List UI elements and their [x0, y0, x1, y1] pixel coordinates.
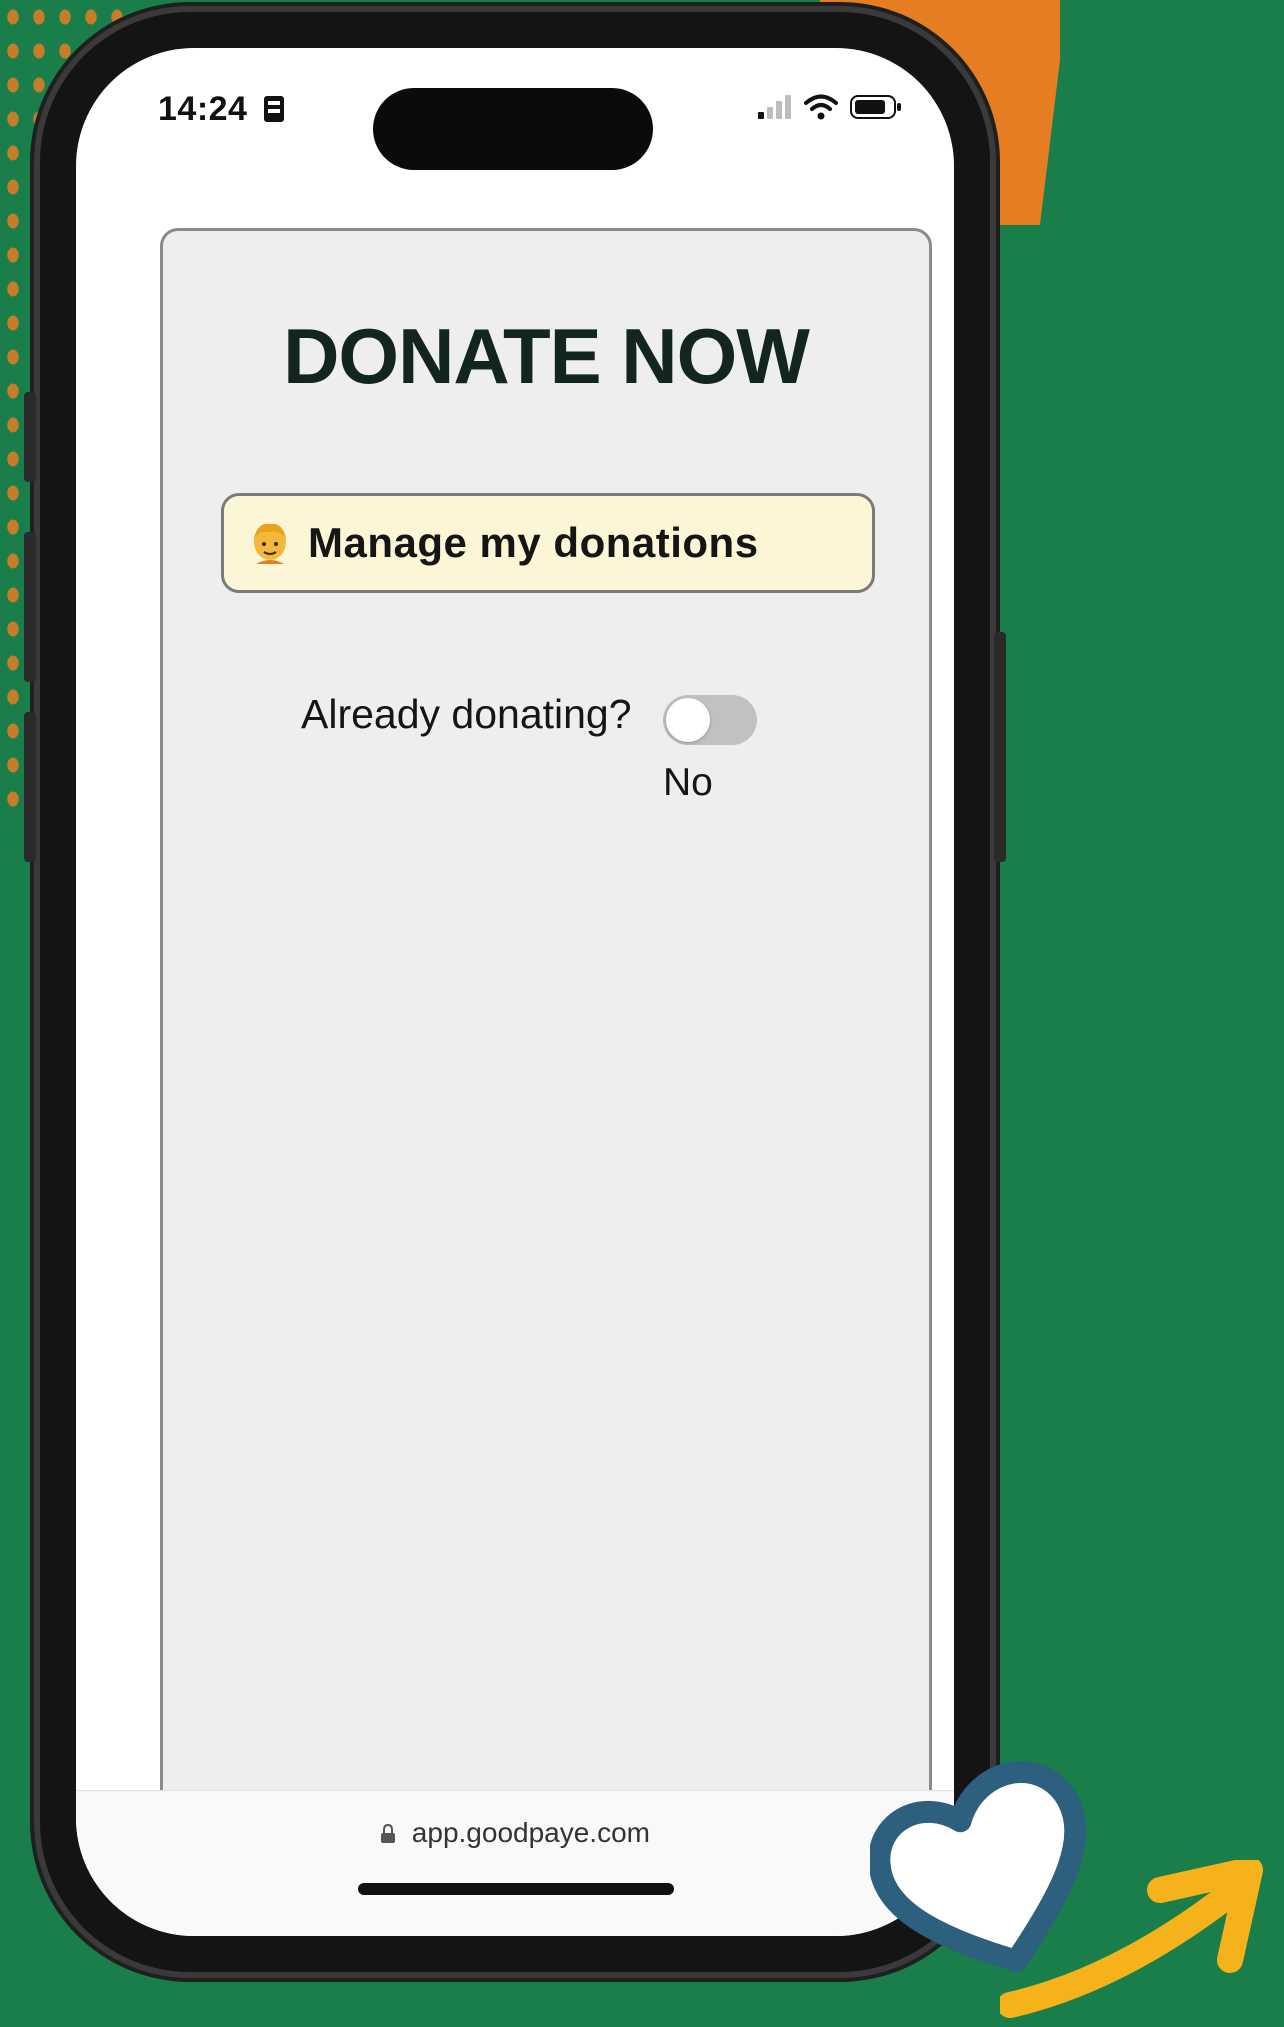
time-text: 14:24: [158, 90, 248, 128]
phone-screen: 14:24 DONATE NOW Manage my donations Alr…: [76, 48, 954, 1936]
side-button: [24, 712, 36, 862]
status-icons: [758, 94, 902, 120]
home-indicator[interactable]: [358, 1883, 674, 1895]
already-donating-row: Already donating?: [301, 691, 632, 738]
url-text: app.goodpaye.com: [411, 1817, 650, 1848]
already-donating-label: Already donating?: [301, 691, 632, 737]
toggle-knob: [666, 698, 710, 742]
url-display[interactable]: app.goodpaye.com: [76, 1817, 954, 1849]
contact-card-icon: [264, 96, 285, 122]
side-button: [24, 532, 36, 682]
toggle-state-label: No: [663, 761, 713, 804]
lock-icon: [381, 1823, 396, 1843]
manage-donations-button[interactable]: Manage my donations: [221, 493, 875, 593]
signal-icon: [758, 95, 791, 119]
status-time: 14:24: [158, 90, 285, 129]
already-donating-toggle[interactable]: [663, 695, 757, 745]
status-bar: 14:24: [76, 48, 954, 198]
side-button: [24, 392, 36, 482]
manage-donations-label: Manage my donations: [308, 519, 759, 566]
side-button: [994, 632, 1006, 862]
phone-frame: 14:24 DONATE NOW Manage my donations Alr…: [24, 12, 1006, 1972]
browser-url-bar[interactable]: app.goodpaye.com: [76, 1790, 954, 1936]
battery-icon: [850, 95, 901, 119]
donation-widget: DONATE NOW Manage my donations Already d…: [160, 228, 932, 1888]
person-emoji-icon: [254, 523, 286, 564]
dynamic-island: [373, 88, 653, 170]
wifi-icon: [804, 94, 838, 120]
arrow-icon: [1000, 1860, 1263, 2018]
page-title: DONATE NOW: [283, 312, 810, 400]
